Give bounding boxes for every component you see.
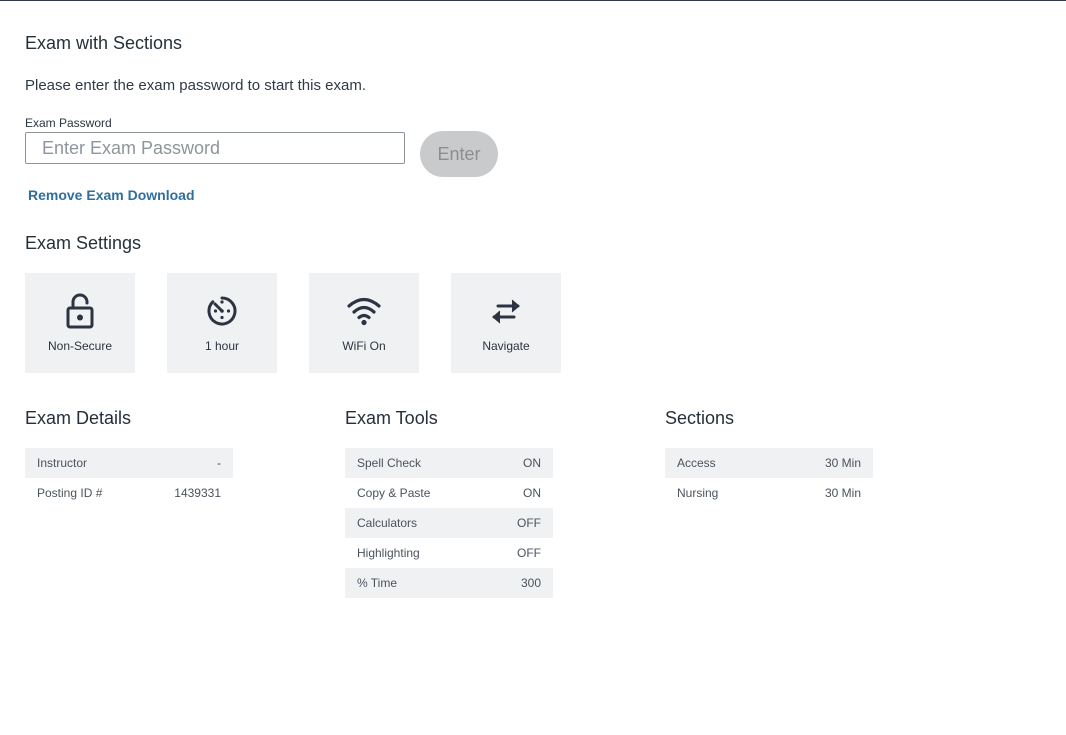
row-label: Posting ID # (37, 486, 103, 500)
table-row: Nursing 30 Min (665, 478, 873, 508)
exam-instructions: Please enter the exam password to start … (25, 77, 366, 94)
setting-tile-label: WiFi On (342, 339, 386, 353)
remove-exam-download-link[interactable]: Remove Exam Download (28, 187, 195, 203)
row-value: 1439331 (174, 486, 221, 500)
setting-tile-label: Navigate (482, 339, 530, 353)
unlocked-padlock-icon (25, 291, 135, 331)
exam-settings-heading: Exam Settings (25, 233, 142, 253)
setting-tile-label: Non-Secure (47, 339, 113, 353)
row-value: - (217, 456, 221, 470)
setting-tile-wifi: WiFi On (309, 273, 419, 373)
row-value: 300 (520, 576, 541, 590)
row-value: 30 Min (824, 486, 861, 500)
row-label: Copy & Paste (357, 486, 431, 500)
table-row: Posting ID # 1439331 (25, 478, 233, 508)
setting-tile-navigation: Navigate (451, 273, 561, 373)
sections-table: Access 30 Min Nursing 30 Min (665, 448, 873, 508)
table-row: Highlighting OFF (345, 538, 553, 568)
exam-tools-table: Spell Check ON Copy & Paste ON Calculato… (345, 448, 553, 598)
setting-tile-label: 1 hour (204, 339, 240, 353)
row-value: ON (523, 456, 541, 470)
row-label: % Time (357, 576, 398, 590)
row-label: Instructor (37, 456, 88, 470)
table-row: Copy & Paste ON (345, 478, 553, 508)
row-label: Spell Check (357, 456, 422, 470)
row-label: Access (677, 456, 716, 470)
setting-tile-duration: 1 hour (167, 273, 277, 373)
row-label: Calculators (357, 516, 418, 530)
password-label: Exam Password (25, 116, 112, 130)
table-row: Spell Check ON (345, 448, 553, 478)
sections-heading: Sections (665, 408, 735, 428)
exam-details-table: Instructor - Posting ID # 1439331 (25, 448, 233, 508)
timer-clock-icon (167, 291, 277, 331)
row-value: ON (523, 486, 541, 500)
row-label: Highlighting (357, 546, 420, 560)
enter-button[interactable]: Enter (420, 131, 498, 177)
table-row: Instructor - (25, 448, 233, 478)
table-row: Access 30 Min (665, 448, 873, 478)
row-value: 30 Min (824, 456, 861, 470)
exam-tools-heading: Exam Tools (345, 408, 438, 428)
top-border (0, 0, 1066, 1)
password-input[interactable] (25, 132, 405, 164)
row-label: Nursing (677, 486, 719, 500)
wifi-icon (309, 291, 419, 331)
table-row: % Time 300 (345, 568, 553, 598)
exam-details-heading: Exam Details (25, 408, 132, 428)
row-value: OFF (517, 516, 541, 530)
swap-arrows-icon (451, 291, 561, 331)
table-row: Calculators OFF (345, 508, 553, 538)
exam-title: Exam with Sections (25, 33, 183, 53)
row-value: OFF (517, 546, 541, 560)
setting-tile-security: Non-Secure (25, 273, 135, 373)
